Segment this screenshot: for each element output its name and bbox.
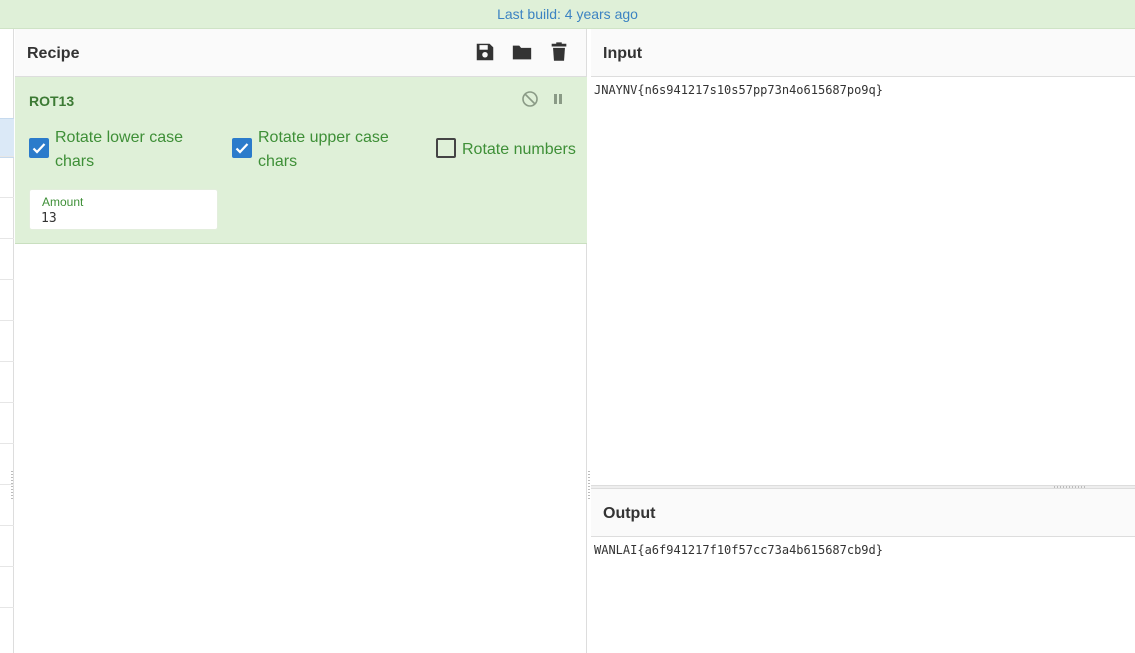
output-header: Output: [591, 489, 1135, 537]
input-title: Input: [603, 45, 643, 62]
input-pane: Input JNAYNV{n6s941217s10s57pp73n4o61568…: [591, 29, 1135, 485]
load-recipe-button[interactable]: [511, 41, 535, 65]
build-banner: Last build: 4 years ago: [0, 0, 1135, 29]
pause-operation-button[interactable]: [549, 90, 567, 108]
operations-pane-edge: [0, 29, 14, 653]
rotate-numbers-label: Rotate numbers: [462, 141, 576, 158]
build-banner-text: Last build: 4 years ago: [497, 6, 638, 22]
output-pane: Output WANLAI{a6f941217f10f57cc73a4b6156…: [591, 489, 1135, 653]
selected-operation-row[interactable]: [0, 118, 14, 158]
output-text[interactable]: WANLAI{a6f941217f10f57cc73a4b615687cb9d}: [594, 543, 883, 557]
disable-icon: [522, 91, 538, 107]
input-textarea[interactable]: JNAYNV{n6s941217s10s57pp73n4o615687po9q}: [594, 83, 883, 97]
disable-operation-button[interactable]: [521, 90, 539, 108]
checkbox-checked-icon: [29, 138, 49, 158]
rotate-upper-case-label: Rotate upper case chars: [258, 129, 389, 170]
recipe-title: Recipe: [27, 45, 80, 62]
checkbox-checked-icon: [232, 138, 252, 158]
trash-icon: [551, 42, 567, 61]
io-resize-handle[interactable]: [1054, 486, 1086, 488]
rot13-operation[interactable]: ROT13 Rotate lower case chars Rotate upp: [15, 77, 587, 244]
rotate-lower-case-label: Rotate lower case chars: [55, 129, 184, 170]
output-title: Output: [603, 505, 656, 522]
pause-icon: [554, 94, 562, 104]
recipe-resize-handle[interactable]: [588, 471, 590, 501]
recipe-pane: Recipe ROT13 Rotate lower case chars Rot…: [15, 29, 587, 653]
save-recipe-button[interactable]: [474, 41, 498, 65]
operation-name: ROT13: [29, 93, 75, 109]
rotate-lower-case-checkbox[interactable]: Rotate lower case chars: [29, 126, 209, 174]
amount-label: Amount: [42, 195, 84, 209]
amount-field[interactable]: Amount: [29, 189, 218, 230]
checkbox-unchecked-icon: [436, 138, 456, 158]
folder-icon: [512, 45, 532, 60]
input-header: Input: [591, 29, 1135, 77]
save-icon: [476, 43, 494, 61]
recipe-header: Recipe: [15, 29, 586, 77]
rotate-upper-case-checkbox[interactable]: Rotate upper case chars: [232, 126, 412, 174]
rotate-numbers-checkbox[interactable]: Rotate numbers: [436, 138, 586, 162]
operations-resize-handle[interactable]: [11, 471, 13, 501]
amount-input[interactable]: [41, 209, 211, 227]
clear-recipe-button[interactable]: [548, 41, 572, 65]
